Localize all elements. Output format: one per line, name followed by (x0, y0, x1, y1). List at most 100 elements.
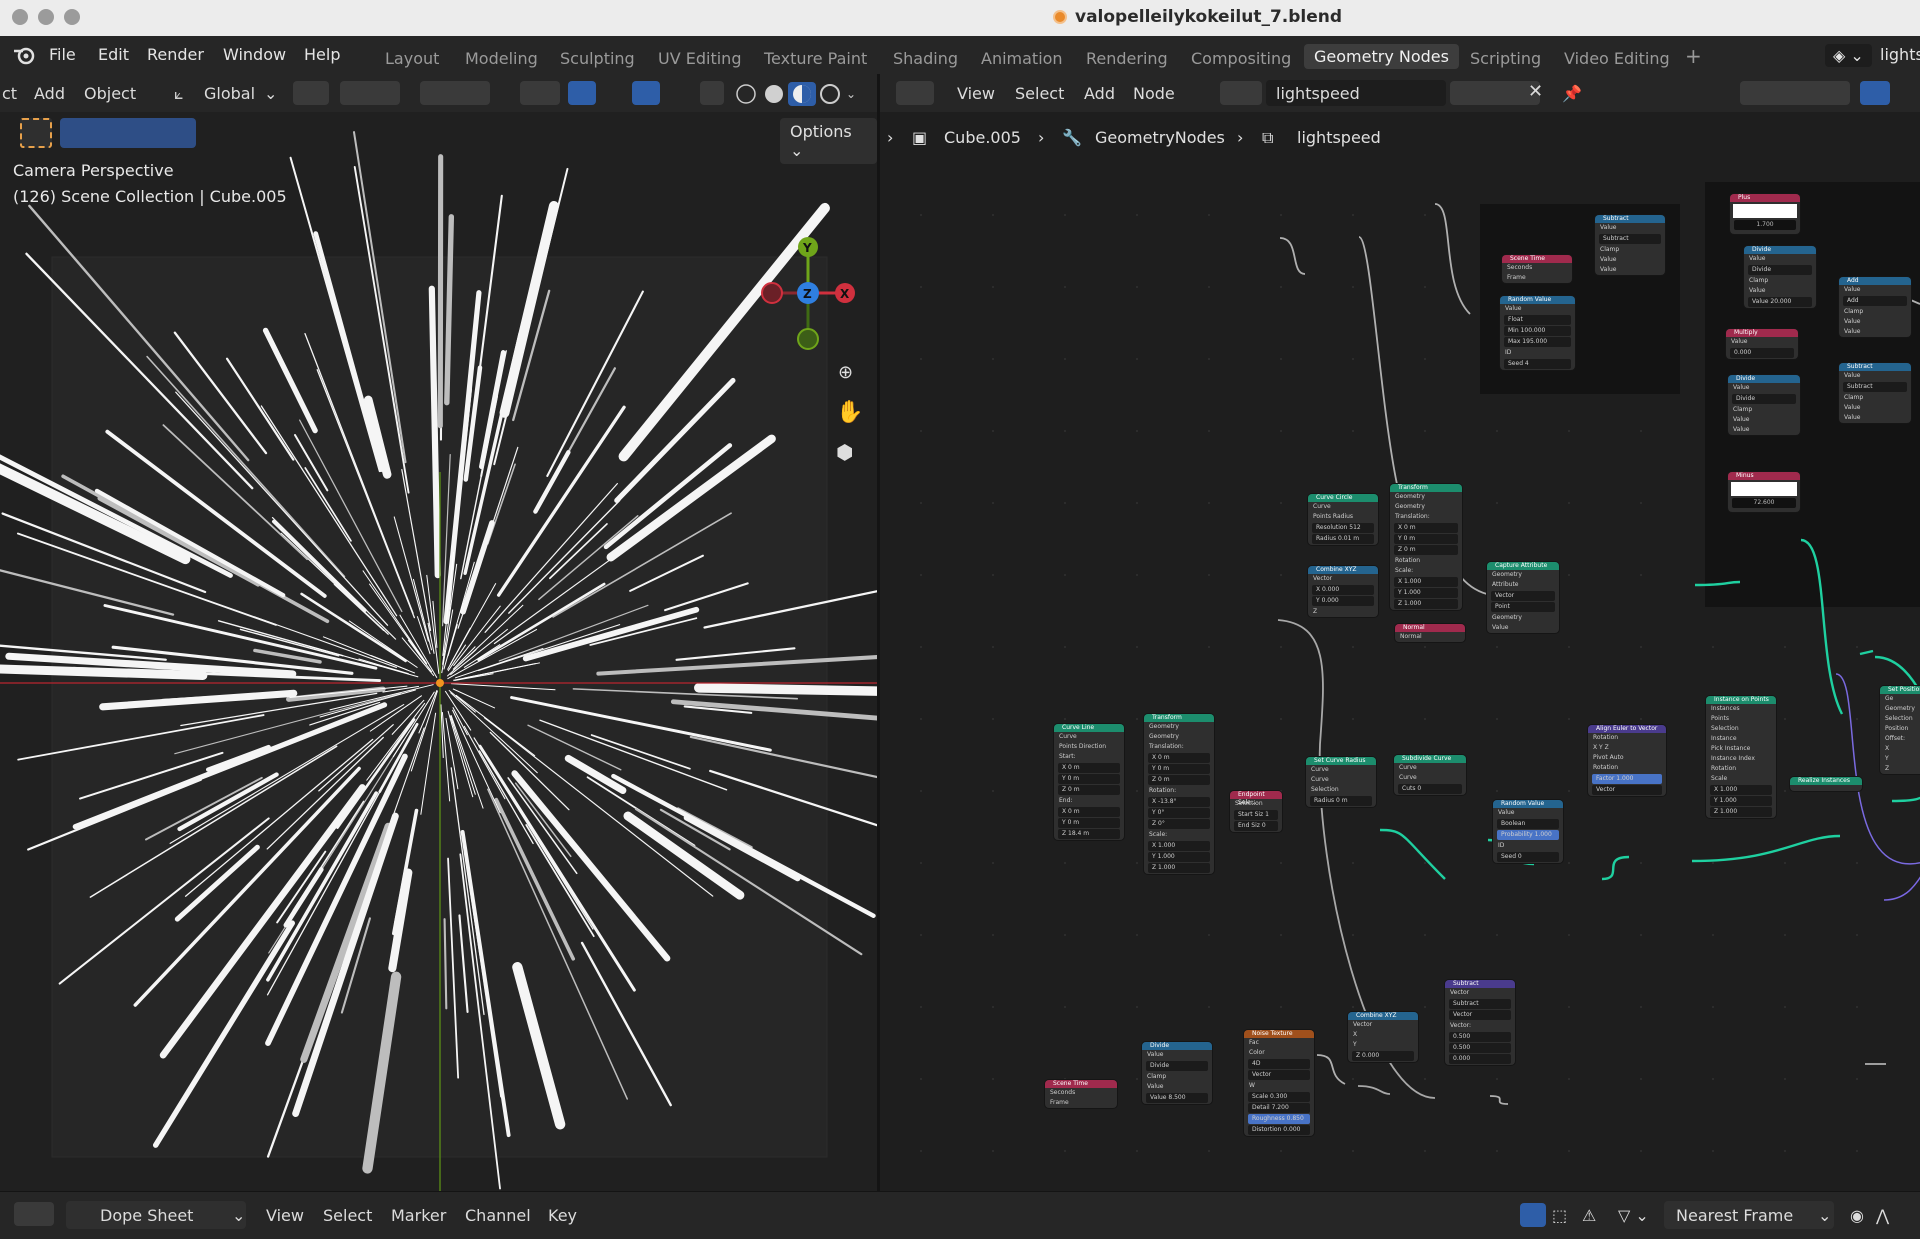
menu-view[interactable]: View (266, 1206, 304, 1225)
node-socket[interactable]: 4D (1248, 1059, 1310, 1069)
visibility-button[interactable] (520, 81, 560, 105)
add-workspace-icon[interactable]: + (1685, 44, 1702, 68)
node-socket[interactable]: Divide (1748, 265, 1812, 275)
node-socket[interactable]: Roughness 0.850 (1248, 1114, 1310, 1124)
node-socket[interactable]: Value 8.500 (1146, 1093, 1208, 1103)
node-socket[interactable]: Divide (1732, 394, 1796, 404)
node-normal[interactable]: NormalNormal (1395, 624, 1465, 642)
node-transform-2[interactable]: TransformGeometryGeometryTranslation:X 0… (1144, 714, 1214, 874)
node-socket[interactable]: Z 0° (1148, 819, 1210, 829)
menu-select-clipped[interactable]: ct (2, 84, 17, 103)
node-socket[interactable]: Max 195.000 (1504, 337, 1571, 347)
tab-animation[interactable]: Animation (981, 49, 1063, 68)
node-set-position[interactable]: Set PositionGeGeometrySelectionPositionO… (1880, 686, 1920, 774)
node-subtract-1[interactable]: SubtractValueSubtractClampValueValue (1595, 215, 1665, 275)
proportional-icon[interactable]: ◉ (1850, 1206, 1864, 1225)
node-socket[interactable]: Resolution 512 (1312, 523, 1374, 533)
menu-object[interactable]: Object (84, 84, 136, 103)
node-socket[interactable]: Divide (1146, 1061, 1208, 1071)
node-random-value-1[interactable]: Random ValueValueFloatMin 100.000Max 195… (1500, 296, 1575, 370)
tab-geometry-nodes[interactable]: Geometry Nodes (1304, 44, 1459, 69)
node-socket[interactable]: Y 0 m (1058, 818, 1120, 828)
select-tool-icon[interactable] (20, 118, 52, 148)
menu-key[interactable]: Key (548, 1206, 577, 1225)
node-socket[interactable]: Factor 1.000 (1592, 774, 1662, 784)
node-curve-line[interactable]: Curve LineCurvePoints DirectionStart:X 0… (1054, 724, 1124, 840)
hand-pan-icon[interactable]: ✋ (836, 400, 863, 425)
editor-type-icon[interactable] (14, 1202, 54, 1226)
node-socket[interactable]: 0.500 (1449, 1043, 1511, 1053)
tab-video-editing[interactable]: Video Editing (1564, 49, 1670, 68)
node-set-curve-radius[interactable]: Set Curve RadiusCurveCurveSelectionRadiu… (1306, 757, 1376, 807)
node-value[interactable]: 72.600 (1732, 498, 1796, 508)
node-socket[interactable]: X 0 m (1058, 763, 1120, 773)
node-socket[interactable]: X 1.000 (1148, 841, 1210, 851)
node-minus[interactable]: Minus 72.600 (1728, 472, 1800, 512)
node-plus[interactable]: Plus 1.700 (1730, 194, 1800, 234)
node-combine-xyz-1[interactable]: Combine XYZVectorX 0.000Y 0.000Z (1308, 566, 1378, 617)
node-socket[interactable]: X 1.000 (1394, 577, 1458, 587)
falloff-icon[interactable]: ⋀ (1876, 1206, 1889, 1225)
node-scene-time-1[interactable]: Scene TimeSecondsFrame (1502, 255, 1572, 283)
node-socket[interactable]: Y 0 m (1058, 774, 1120, 784)
node-socket[interactable]: Y 1.000 (1710, 796, 1772, 806)
node-socket[interactable]: Probability 1.000 (1497, 830, 1559, 840)
node-socket[interactable]: X 0 m (1058, 807, 1120, 817)
node-socket[interactable]: Z 0 m (1148, 775, 1210, 785)
zoom-icon[interactable]: ⊕ (838, 362, 853, 383)
node-scene-time-2[interactable]: Scene TimeSecondsFrame (1045, 1080, 1117, 1108)
menu-edit[interactable]: Edit (98, 45, 129, 64)
node-socket[interactable]: Z 1.000 (1148, 863, 1210, 873)
menu-help[interactable]: Help (304, 45, 340, 64)
node-random-value-2[interactable]: Random ValueValueBooleanProbability 1.00… (1493, 800, 1563, 863)
node-subtract-2[interactable]: SubtractValueSubtractClampValueValue (1839, 363, 1911, 423)
blender-logo-icon[interactable] (12, 45, 36, 65)
menu-channel[interactable]: Channel (465, 1206, 531, 1225)
tab-rendering[interactable]: Rendering (1086, 49, 1168, 68)
node-socket[interactable]: Z 0.000 (1352, 1051, 1414, 1061)
navigation-gizmo[interactable]: Y X Z (745, 229, 875, 359)
menu-add[interactable]: Add (34, 84, 65, 103)
node-socket[interactable]: Subtract (1599, 234, 1661, 244)
tab-modeling[interactable]: Modeling (465, 49, 538, 68)
tab-sculpting[interactable]: Sculpting (560, 49, 635, 68)
node-socket[interactable]: Distortion 0.000 (1248, 1125, 1310, 1135)
node-socket[interactable]: X 0 m (1148, 753, 1210, 763)
node-align-euler[interactable]: Align Euler to VectorRotationX Y ZPivot … (1588, 725, 1666, 796)
node-socket[interactable]: Vector (1449, 1010, 1511, 1020)
node-transform-1[interactable]: TransformGeometryGeometryTranslation:X 0… (1390, 484, 1462, 610)
node-socket[interactable]: Boolean (1497, 819, 1559, 829)
menu-file[interactable]: File (49, 45, 76, 64)
node-divide-2[interactable]: DivideValueDivideClampValueValue (1728, 375, 1800, 435)
node-socket[interactable]: End Siz 0 (1234, 821, 1278, 831)
node-socket[interactable]: Detail 7.200 (1248, 1103, 1310, 1113)
node-socket[interactable]: Z 18.4 m (1058, 829, 1120, 839)
node-socket[interactable]: Radius 0 m (1310, 796, 1372, 806)
node-socket[interactable]: Seed 0 (1497, 852, 1559, 862)
scene-name[interactable]: lights (1880, 45, 1920, 64)
tab-shading[interactable]: Shading (893, 49, 958, 68)
node-socket[interactable]: Z 0 m (1058, 785, 1120, 795)
node-value[interactable]: 1.700 (1734, 220, 1796, 230)
node-subdivide-curve[interactable]: Subdivide CurveCurveCurveCuts 0 (1394, 755, 1466, 795)
tab-layout[interactable]: Layout (385, 49, 439, 68)
shading-mode-buttons[interactable]: ⌄ (734, 82, 858, 106)
node-socket[interactable]: Vector (1592, 785, 1662, 795)
node-divide-1[interactable]: DivideValueDivideClampValueValue 20.000 (1744, 246, 1816, 308)
node-add-1[interactable]: AddValueAddClampValueValue (1839, 277, 1911, 337)
gizmo-toggle-button[interactable] (568, 81, 596, 105)
geometry-node-editor[interactable]: View Select Add Node lightspeed ✕ 📌 › ▣ … (880, 74, 1920, 1191)
node-socket[interactable]: Y 1.000 (1148, 852, 1210, 862)
node-endpoint-selection[interactable]: Endpoint Sele...SelectionStart Siz 1End … (1230, 791, 1282, 832)
node-socket[interactable]: Value 20.000 (1748, 297, 1812, 307)
node-socket[interactable]: Y 1.000 (1394, 588, 1458, 598)
node-multiply[interactable]: MultiplyValue0.000 (1726, 329, 1798, 359)
node-combine-xyz-2[interactable]: Combine XYZVectorXYZ 0.000 (1348, 1012, 1418, 1062)
node-subtract-vec[interactable]: SubtractVectorSubtractVectorVector:0.500… (1445, 980, 1515, 1065)
node-socket[interactable]: Subtract (1449, 999, 1511, 1009)
warning-icon[interactable]: ⚠ (1582, 1206, 1596, 1225)
close-window-button[interactable] (12, 9, 28, 25)
node-socket[interactable]: Add (1843, 296, 1907, 306)
node-socket[interactable]: 0.500 (1449, 1032, 1511, 1042)
node-socket[interactable]: Point (1491, 602, 1555, 612)
